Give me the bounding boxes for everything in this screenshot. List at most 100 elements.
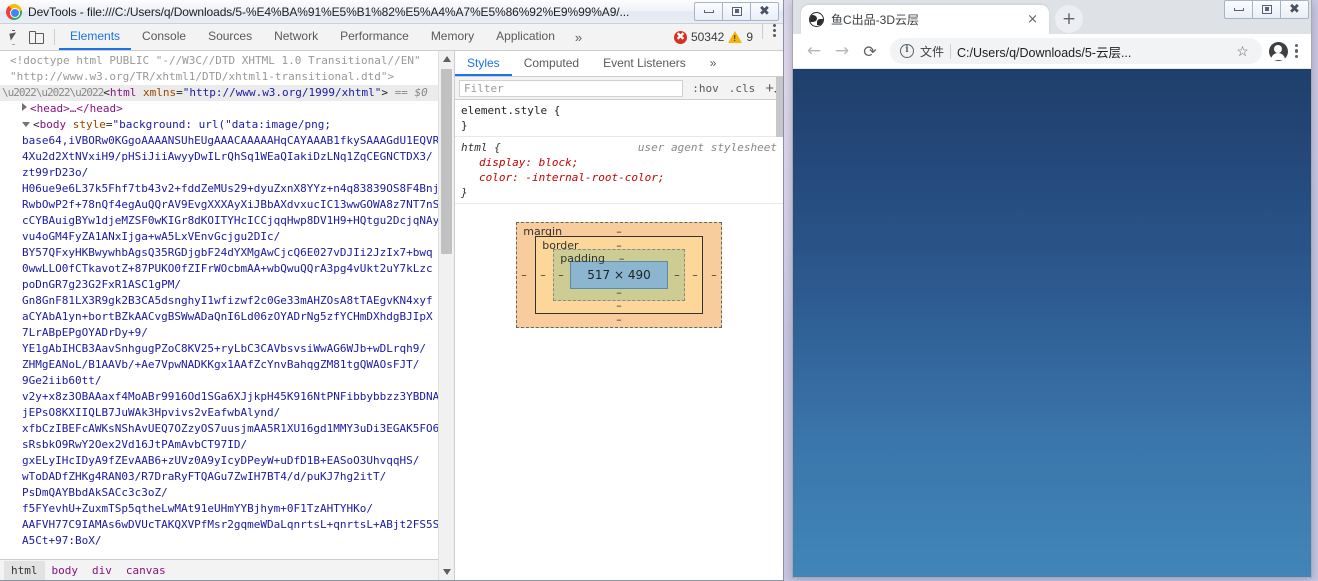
elements-tree-pane: <!doctype html PUBLIC "-//W3C//DTD XHTML…	[0, 51, 455, 580]
tab-styles[interactable]: Styles	[455, 51, 512, 76]
browser-maximize-button[interactable]	[1252, 0, 1281, 19]
padding-right-value[interactable]: –	[674, 269, 680, 282]
doctype-text-2: "http://www.w3.org/TR/xhtml1/DTD/xhtml1-…	[10, 70, 395, 83]
url-text[interactable]: C:/Users/q/Downloads/5-云层...	[957, 42, 1227, 61]
elements-tree-scrollbar[interactable]	[438, 51, 454, 580]
base64-line: gxELyIHcIDyA9fZEvAAB6+zUVz0A9yIcyDPeyW+u…	[22, 454, 420, 467]
box-model-border[interactable]: border – – – – padding – – – – 517 × 490	[535, 236, 703, 314]
property-value: block;	[538, 156, 579, 169]
margin-bottom-value[interactable]: –	[616, 313, 622, 326]
tab-sources[interactable]: Sources	[197, 24, 263, 50]
head-node-row[interactable]: <head>…</head>	[0, 101, 454, 117]
close-tab-icon[interactable]: ×	[1024, 12, 1041, 27]
browser-tab[interactable]: 鱼C出品-3D云层 ×	[801, 5, 1049, 34]
devtools-close-button[interactable]: ✖	[750, 2, 779, 21]
breadcrumb-item-body[interactable]: body	[45, 561, 86, 580]
devtools-minimize-button[interactable]	[694, 2, 723, 21]
back-button-icon[interactable]: ←	[801, 38, 827, 64]
collapse-body-icon[interactable]	[22, 122, 30, 127]
base64-line: base64,iVBORw0KGgoAAAANSUhEUgAAACAAAAAHq…	[22, 134, 440, 147]
error-icon: ✖	[673, 29, 687, 44]
devtools-menu-icon[interactable]	[766, 24, 783, 50]
base64-line: xfbCzIBEFcAWKsNShAvUEQ7OZzyOS7uusjmAA5R1…	[22, 422, 446, 435]
body-node-row[interactable]: <body style="background: url("data:image…	[0, 117, 454, 133]
issue-counters[interactable]: ✖ 50342 9	[673, 24, 759, 50]
declaration-display[interactable]: display: block;	[461, 155, 779, 170]
more-panels-icon[interactable]: »	[566, 24, 591, 50]
tab-computed[interactable]: Computed	[512, 51, 591, 76]
inspect-element-icon[interactable]	[6, 29, 21, 45]
rule-origin: user agent stylesheet	[637, 141, 777, 154]
toggle-class-button[interactable]: .cls	[724, 82, 761, 95]
styles-more-tabs-icon[interactable]: »	[698, 51, 729, 76]
devtools-window-controls: ✖	[694, 2, 779, 21]
browser-menu-icon[interactable]	[1290, 43, 1303, 59]
devtools-toolbar-icons	[0, 24, 50, 50]
tab-event-listeners[interactable]: Event Listeners	[591, 51, 698, 76]
tab-application[interactable]: Application	[485, 24, 566, 50]
base64-line: H06ue9e6L37k5Fhf7tb43v2+fddZeMUs29+dyuZx…	[22, 182, 446, 195]
device-toolbar-icon[interactable]	[29, 30, 44, 45]
breadcrumb-item-div[interactable]: div	[85, 561, 119, 580]
new-tab-button[interactable]: +	[1055, 5, 1083, 33]
toggle-hover-state-button[interactable]: :hov	[687, 82, 724, 95]
property-value: -internal-root-color;	[525, 171, 665, 184]
rule-close-brace: }	[461, 186, 468, 199]
base64-line: ZHMgEANoL/B1AAVb/+Ae7VpwNADKKgx1AAfZcYnv…	[22, 358, 420, 371]
box-model-content-size[interactable]: 517 × 490	[570, 261, 668, 289]
styles-filter-input[interactable]: Filter	[459, 79, 684, 97]
html-node-row[interactable]: \u2022\u2022\u2022<html xmlns="http://ww…	[0, 85, 454, 101]
page-info-icon[interactable]: i	[900, 44, 914, 58]
devtools-toolbar: Elements Console Sources Network Perform…	[0, 24, 783, 51]
base64-line: jEPsO8KXIIQLB7JuWAk3Hpvivs2vEafwbAlynd/	[22, 406, 281, 419]
box-model-margin[interactable]: margin – – – – border – – – – padding –	[516, 222, 722, 328]
tab-elements[interactable]: Elements	[59, 24, 132, 50]
padding-top-value[interactable]: –	[619, 252, 625, 265]
breadcrumb-item-html[interactable]: html	[4, 560, 45, 580]
padding-bottom-value[interactable]: –	[616, 286, 622, 299]
rule-close-brace: }	[461, 119, 468, 132]
border-left-value[interactable]: –	[540, 269, 546, 282]
profile-avatar-icon[interactable]	[1268, 41, 1288, 61]
styles-pane-scrollbar[interactable]	[776, 77, 783, 137]
base64-line: YE1gAbIHCB3AavSnhgugPZoC8KV25+ryLbC3CAVb…	[22, 342, 426, 355]
tab-performance[interactable]: Performance	[329, 24, 420, 50]
html-tag-name: html	[109, 86, 137, 99]
border-right-value[interactable]: –	[692, 269, 698, 282]
rule-html-ua[interactable]: html { user agent stylesheet display: bl…	[455, 137, 783, 204]
url-scheme-label: 文件	[920, 44, 945, 59]
address-bar[interactable]: i 文件 C:/Users/q/Downloads/5-云层... ☆	[890, 38, 1262, 64]
html-attr-value: "http://www.w3.org/1999/xhtml"	[182, 86, 382, 99]
margin-right-value[interactable]: –	[711, 269, 717, 282]
expand-head-icon[interactable]	[22, 103, 27, 111]
rule-selector: element.style {	[461, 104, 561, 117]
styles-filter-bar: Filter :hov .cls +	[455, 77, 783, 100]
page-viewport-canvas[interactable]	[793, 69, 1311, 577]
declaration-color[interactable]: color: -internal-root-color;	[461, 170, 779, 185]
box-model-padding[interactable]: padding – – – – 517 × 490	[553, 249, 685, 301]
rule-element-style[interactable]: element.style { }	[455, 100, 783, 137]
browser-window-controls: ✖	[1224, 0, 1309, 19]
tab-console[interactable]: Console	[131, 24, 197, 50]
base64-line: 9Ge2iib60tt/	[22, 374, 102, 387]
scrollbar-thumb[interactable]	[441, 69, 452, 254]
devtools-window-title: DevTools - file:///C:/Users/q/Downloads/…	[28, 4, 630, 19]
base64-line: 4Xu2d2XtNVxiH9/pHSiJiiAwyyDwILrQhSq1WEaQ…	[22, 150, 433, 163]
reload-button-icon[interactable]: ⟳	[857, 38, 883, 64]
padding-left-value[interactable]: –	[558, 269, 564, 282]
tab-network[interactable]: Network	[263, 24, 329, 50]
bookmark-star-icon[interactable]: ☆	[1233, 43, 1252, 60]
scroll-down-icon[interactable]	[439, 564, 454, 580]
browser-minimize-button[interactable]	[1224, 0, 1253, 19]
margin-left-value[interactable]: –	[521, 269, 527, 282]
forward-button-icon[interactable]: →	[829, 38, 855, 64]
devtools-maximize-button[interactable]	[722, 2, 751, 21]
base64-line: aCYAbA1yn+bortBZkAACvgBSWwADaQnI6Ld06zOY…	[22, 310, 433, 323]
tab-memory[interactable]: Memory	[420, 24, 485, 50]
base64-line: zt99rD23o/	[22, 166, 89, 179]
elements-dom-tree[interactable]: <!doctype html PUBLIC "-//W3C//DTD XHTML…	[0, 51, 454, 559]
browser-close-button[interactable]: ✖	[1280, 0, 1309, 19]
breadcrumb-item-canvas[interactable]: canvas	[119, 561, 173, 580]
base64-line: BY57QFxyHKBwywhbAgsQ35RGDjgbF24dYXMgAwCj…	[22, 246, 433, 259]
scroll-up-icon[interactable]	[439, 51, 454, 67]
